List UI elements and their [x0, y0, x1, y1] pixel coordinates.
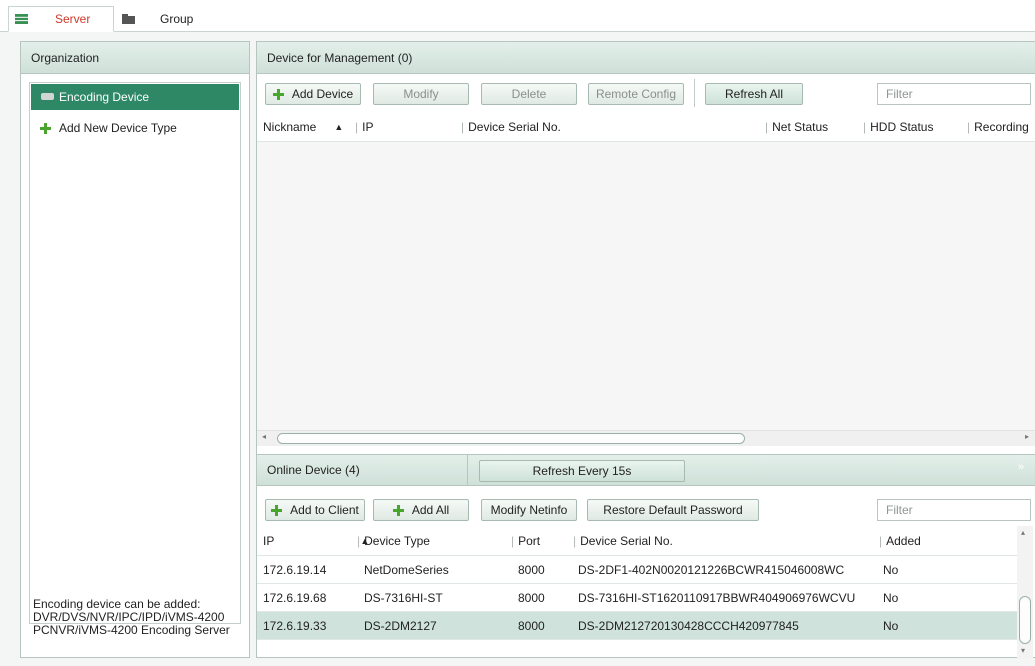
add-device-button[interactable]: Add Device	[265, 83, 361, 105]
group-icon	[122, 14, 135, 24]
vertical-scroll-thumb[interactable]	[1019, 596, 1031, 644]
add-new-device-type-label: Add New Device Type	[59, 121, 177, 135]
online-device-title: Online Device (4)	[267, 463, 360, 477]
column-label: Recording	[974, 120, 1029, 134]
encoding-device-note: Encoding device can be added: DVR/DVS/NV…	[33, 598, 245, 637]
vertical-scrollbar[interactable]: ▴ ▾	[1017, 526, 1033, 659]
column-label: Device Serial No.	[580, 534, 673, 548]
modify-button[interactable]: Modify	[373, 83, 469, 105]
cell-port: 8000	[518, 563, 545, 577]
encoding-device-icon	[41, 93, 54, 100]
modify-netinfo-button[interactable]: Modify Netinfo	[481, 499, 577, 521]
horizontal-scroll-thumb[interactable]	[277, 433, 745, 444]
cell-device-type: NetDomeSeries	[364, 563, 449, 577]
cell-serial: DS-2DF1-402N0020121226BCWR415046008WC	[578, 563, 845, 577]
column-label: Nickname	[263, 120, 317, 134]
column-label: Port	[518, 534, 541, 548]
column-header-serial[interactable]: | Device Serial No.	[461, 112, 561, 142]
tree-item-encoding-device[interactable]: Encoding Device	[31, 84, 239, 110]
horizontal-scrollbar[interactable]: ◂ ▸	[257, 430, 1035, 446]
column-label: Added	[886, 534, 921, 548]
note-line: PCNVR/iVMS-4200 Encoding Server	[33, 623, 230, 637]
plus-icon	[40, 122, 51, 134]
add-to-client-label: Add to Client	[290, 503, 359, 517]
add-all-label: Add All	[411, 503, 450, 517]
cell-ip: 172.6.19.33	[263, 619, 327, 633]
column-label: Device Serial No.	[468, 120, 561, 134]
delete-button[interactable]: Delete	[481, 83, 577, 105]
plus-icon	[392, 504, 404, 516]
plus-icon	[271, 504, 283, 516]
column-label: HDD Status	[870, 120, 934, 134]
add-device-label: Add Device	[291, 87, 354, 101]
scroll-right-icon[interactable]: ▸	[1025, 432, 1029, 441]
management-filter-input[interactable]: Filter	[877, 83, 1031, 105]
main-panel: Device for Management (0) Add Device Mod…	[256, 41, 1035, 659]
scroll-down-icon[interactable]: ▾	[1021, 646, 1025, 655]
column-header-net-status[interactable]: | Net Status	[765, 112, 828, 142]
restore-default-password-button[interactable]: Restore Default Password	[587, 499, 759, 521]
remote-config-button[interactable]: Remote Config	[588, 83, 684, 105]
cell-device-type: DS-2DM2127	[364, 619, 437, 633]
refresh-every-button[interactable]: Refresh Every 15s	[479, 460, 685, 482]
column-label: IP	[362, 120, 374, 134]
refresh-all-button[interactable]: Refresh All	[705, 83, 803, 105]
collapse-icon[interactable]: »	[1018, 461, 1024, 473]
toolbar-divider	[694, 79, 695, 107]
cell-ip: 172.6.19.14	[263, 563, 327, 577]
table-row[interactable]: 172.6.19.14 NetDomeSeries 8000 DS-2DF1-4…	[257, 556, 1017, 584]
column-header-recording[interactable]: | Recording	[967, 112, 1029, 142]
plus-icon	[272, 88, 284, 100]
cell-added: No	[883, 591, 899, 605]
column-label: Net Status	[772, 120, 829, 134]
server-icon	[15, 14, 28, 24]
cell-serial: DS-2DM212720130428CCCH420977845	[578, 619, 799, 633]
cell-port: 8000	[518, 619, 545, 633]
table-row-selected[interactable]: 172.6.19.33 DS-2DM2127 8000 DS-2DM212720…	[257, 612, 1017, 640]
tree-item-label: Encoding Device	[59, 90, 150, 104]
column-header-nickname[interactable]: Nickname ▲	[263, 112, 343, 142]
cell-added: No	[883, 619, 899, 633]
online-table-header: IP ▲ | Device Type | Port | Device Serial No…	[257, 526, 1017, 556]
management-toolbar: Add Device Modify Delete Remote Config R…	[257, 75, 1035, 111]
column-header-device-type[interactable]: | Device Type	[357, 526, 430, 556]
column-header-port[interactable]: | Port	[511, 526, 540, 556]
sort-up-icon: ▲	[334, 122, 344, 132]
cell-added: No	[883, 563, 899, 577]
management-table-body	[257, 142, 1035, 430]
online-device-header: Online Device (4) Refresh Every 15s »	[257, 454, 1035, 487]
add-all-button[interactable]: Add All	[373, 499, 469, 521]
column-header-hdd-status[interactable]: | HDD Status	[863, 112, 933, 142]
column-label: IP	[263, 534, 275, 548]
tab-server[interactable]: Server	[8, 6, 114, 32]
cell-ip: 172.6.19.68	[263, 591, 327, 605]
device-management-header: Device for Management (0)	[257, 42, 1035, 74]
cell-port: 8000	[518, 591, 545, 605]
tab-server-label: Server	[55, 12, 91, 26]
column-label: Device Type	[364, 534, 430, 548]
add-new-device-type-link[interactable]: Add New Device Type	[40, 118, 177, 138]
scroll-up-icon[interactable]: ▴	[1021, 528, 1025, 537]
management-table-header: Nickname ▲ | IP | Device Serial No. | Net St…	[257, 112, 1035, 142]
tab-group-label: Group	[160, 12, 194, 26]
scroll-left-icon[interactable]: ◂	[262, 432, 266, 441]
organization-panel: Organization Encoding Device Add New Dev…	[20, 41, 250, 658]
table-row[interactable]: 172.6.19.68 DS-7316HI-ST 8000 DS-7316HI-…	[257, 584, 1017, 612]
column-header-ip[interactable]: IP ▲	[263, 526, 369, 556]
organization-header: Organization	[21, 42, 249, 74]
column-header-ip[interactable]: | IP	[355, 112, 373, 142]
organization-tree: Encoding Device Add New Device Type	[29, 82, 241, 624]
column-header-serial[interactable]: | Device Serial No.	[573, 526, 673, 556]
cell-device-type: DS-7316HI-ST	[364, 591, 443, 605]
header-divider	[467, 455, 468, 487]
cell-serial: DS-7316HI-ST1620110917BBWR404906976WCVU	[578, 591, 856, 605]
online-toolbar: Add to Client Add All Modify Netinfo Res…	[257, 486, 1035, 522]
column-header-added[interactable]: | Added	[879, 526, 921, 556]
add-to-client-button[interactable]: Add to Client	[265, 499, 365, 521]
tab-group[interactable]: Group	[122, 6, 212, 32]
top-tab-bar: Server Group	[0, 0, 1035, 32]
online-filter-input[interactable]: Filter	[877, 499, 1031, 521]
